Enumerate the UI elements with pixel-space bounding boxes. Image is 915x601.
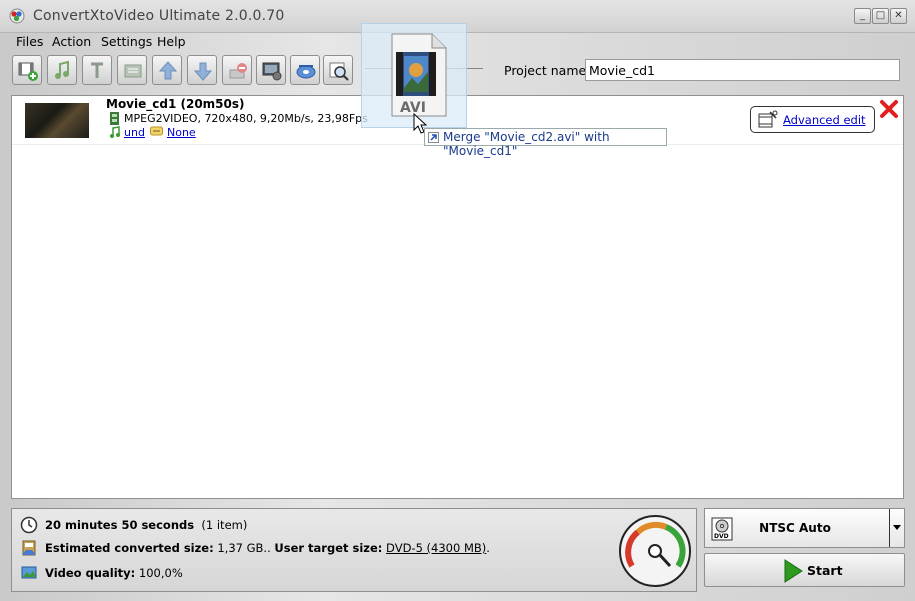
- remove-button[interactable]: [222, 55, 252, 85]
- menu-files[interactable]: Files: [16, 34, 43, 49]
- quality-label: Video quality:: [45, 566, 136, 580]
- output-format-label: NTSC Auto: [759, 521, 831, 535]
- magnifier-icon: [329, 62, 349, 81]
- project-name-label: Project name:: [504, 63, 591, 78]
- target-size-label: User target size:: [274, 541, 383, 555]
- film-add-icon: [18, 62, 38, 81]
- menu-settings[interactable]: Settings: [101, 34, 152, 49]
- remove-icon: [229, 63, 247, 79]
- window-title: ConvertXtoVideo Ultimate 2.0.0.70: [33, 8, 285, 24]
- text-add-icon: [91, 62, 103, 78]
- duration-value: 20 minutes 50 seconds: [45, 518, 195, 532]
- format-dropdown-arrow[interactable]: [889, 509, 904, 547]
- move-up-button[interactable]: [152, 55, 182, 85]
- video-thumbnail: [25, 103, 89, 138]
- audio-note-icon: [110, 126, 120, 138]
- clock-icon: [20, 516, 38, 534]
- film-edit-icon: [758, 110, 778, 128]
- burn-button[interactable]: [290, 55, 320, 85]
- maximize-button[interactable]: □: [872, 8, 889, 24]
- output-format-select[interactable]: DVD NTSC Auto: [704, 508, 905, 548]
- target-size-link[interactable]: DVD-5 (4300 MB): [386, 541, 486, 555]
- minimize-button[interactable]: _: [854, 8, 871, 24]
- est-size-value: 1,37 GB..: [217, 541, 271, 555]
- duration-text: 20 minutes 50 seconds (1 item): [45, 518, 247, 532]
- audio-track-link[interactable]: und: [124, 126, 145, 139]
- add-subtitle-button[interactable]: [82, 55, 112, 85]
- chevron-down-icon: [893, 525, 901, 530]
- merge-tooltip: Merge "Movie_cd2.avi" with "Movie_cd1": [424, 128, 667, 158]
- settings-button[interactable]: [256, 55, 286, 85]
- subtitle-icon: [150, 126, 163, 136]
- start-label: Start: [807, 563, 843, 578]
- quality-gauge: [619, 515, 691, 587]
- subtitle-link[interactable]: None: [167, 126, 196, 139]
- avi-file-icon: AVI: [391, 33, 447, 117]
- quality-value: 100,0%: [138, 566, 183, 580]
- close-button[interactable]: ✕: [890, 8, 907, 24]
- advanced-edit-button[interactable]: Advanced edit: [750, 106, 875, 133]
- item-specs: MPEG2VIDEO, 720x480, 9,20Mb/s, 23,98Fps: [124, 112, 368, 125]
- disk-size-icon: [22, 540, 36, 556]
- music-add-icon: [55, 60, 69, 79]
- main-window: ConvertXtoVideo Ultimate 2.0.0.70 _ □ ✕ …: [0, 0, 915, 601]
- est-size-label: Estimated converted size:: [45, 541, 214, 555]
- play-icon: [784, 559, 803, 583]
- menu-action[interactable]: Action: [52, 34, 91, 49]
- add-chapters-button[interactable]: [117, 55, 147, 85]
- video-quality-icon: [21, 566, 37, 579]
- monitor-settings-icon: [262, 62, 282, 81]
- app-logo-icon: [9, 8, 25, 24]
- move-down-button[interactable]: [187, 55, 217, 85]
- arrow-up-icon: [158, 61, 178, 80]
- arrow-down-icon: [193, 62, 213, 81]
- shortcut-arrow-icon: [428, 132, 439, 143]
- drag-ghost: AVI: [361, 23, 467, 134]
- start-button[interactable]: Start: [704, 553, 905, 587]
- preview-button[interactable]: [323, 55, 353, 85]
- advanced-edit-label: Advanced edit: [783, 113, 866, 127]
- chapters-icon: [124, 64, 142, 78]
- quality-text: Video quality: 100,0%: [45, 566, 183, 580]
- item-count: (1 item): [201, 518, 248, 532]
- status-panel: 20 minutes 50 seconds (1 item) Estimated…: [11, 508, 697, 592]
- add-audio-button[interactable]: [47, 55, 77, 85]
- project-name-input[interactable]: [585, 59, 900, 81]
- disc-icon: [296, 65, 316, 79]
- item-title: Movie_cd1 (20m50s): [106, 97, 245, 111]
- film-strip-icon: [110, 112, 119, 125]
- remove-item-icon[interactable]: [879, 99, 899, 119]
- menu-help[interactable]: Help: [157, 34, 186, 49]
- size-text: Estimated converted size: 1,37 GB.. User…: [45, 541, 490, 555]
- add-video-button[interactable]: [12, 55, 42, 85]
- target-size-suffix: .: [486, 541, 490, 555]
